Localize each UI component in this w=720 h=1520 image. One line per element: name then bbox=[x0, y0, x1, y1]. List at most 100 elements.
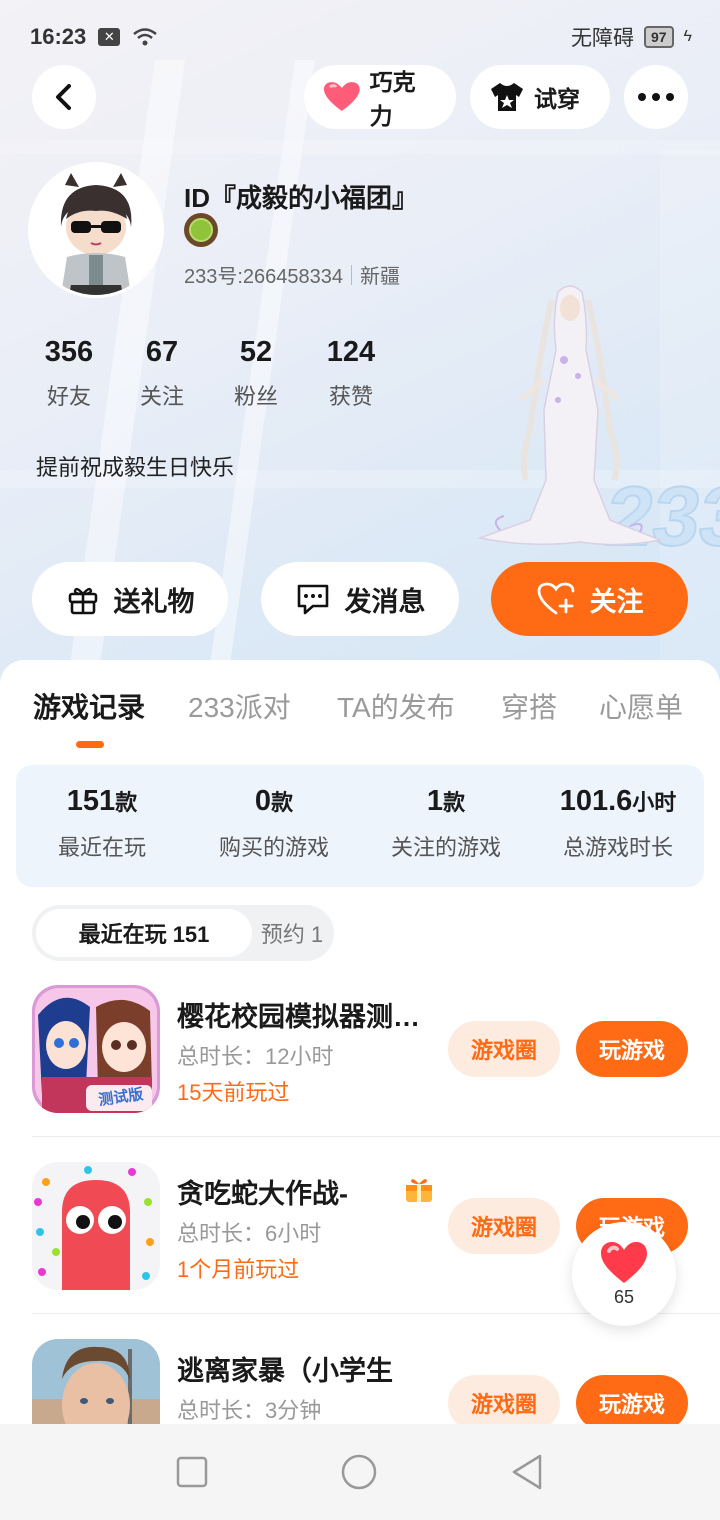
game-last-played: 1个月前玩过 bbox=[177, 1257, 300, 1282]
status-bar: 16:23 ✕ 无障碍 97 ϟ bbox=[30, 22, 692, 52]
wifi-icon bbox=[133, 28, 158, 46]
gift-badge-icon bbox=[406, 1179, 432, 1202]
charging-icon: ϟ bbox=[683, 28, 692, 45]
notification-icon: ✕ bbox=[98, 28, 121, 46]
profile-bio: 提前祝成毅生日快乐 bbox=[36, 455, 235, 480]
game-duration: 总时长：3分钟 bbox=[177, 1398, 322, 1423]
summary-label: 购买的游戏 bbox=[218, 835, 329, 860]
stat-following[interactable]: 67 关注 bbox=[131, 336, 193, 411]
game-circle-button[interactable]: 游戏圈 bbox=[448, 1198, 560, 1254]
more-button[interactable] bbox=[624, 65, 688, 129]
summary-value: 101.6 bbox=[559, 785, 633, 817]
back-button[interactable] bbox=[32, 65, 96, 129]
game-circle-button[interactable]: 游戏圈 bbox=[448, 1021, 560, 1077]
summary-unit: 小时 bbox=[632, 790, 677, 815]
row-divider bbox=[32, 1136, 720, 1137]
summary-value: 0 bbox=[254, 785, 272, 817]
stat-label: 粉丝 bbox=[233, 384, 278, 409]
profile-id-row: 233号:266458334 新疆 bbox=[184, 260, 400, 289]
circle-nav-icon[interactable] bbox=[340, 1453, 378, 1491]
summary-recent[interactable]: 151款 最近在玩 bbox=[16, 785, 188, 862]
avatar[interactable] bbox=[28, 162, 164, 298]
stat-value: 52 bbox=[239, 336, 273, 368]
active-tab-indicator bbox=[76, 741, 104, 748]
summary-followed[interactable]: 1款 关注的游戏 bbox=[360, 785, 532, 862]
tryon-label: 试穿 bbox=[534, 86, 580, 112]
more-icon bbox=[638, 93, 674, 101]
game-summary-card: 151款 最近在玩 0款 购买的游戏 1款 关注的游戏 101.6小时 总游戏时… bbox=[16, 765, 704, 887]
system-nav-bar bbox=[0, 1424, 720, 1520]
chocolate-label: 巧克力 bbox=[369, 69, 416, 129]
triangle-nav-icon[interactable] bbox=[510, 1453, 544, 1491]
profile-id: 233号:266458334 bbox=[184, 266, 344, 288]
summary-unit: 款 bbox=[443, 790, 466, 815]
play-game-button[interactable]: 玩游戏 bbox=[576, 1375, 688, 1431]
game-list-filter: 最近在玩 151 预约 1 bbox=[32, 905, 334, 961]
profile-region: 新疆 bbox=[360, 266, 401, 288]
gift-icon bbox=[68, 587, 97, 615]
game-title[interactable]: 逃离家暴（小学生 bbox=[177, 1349, 427, 1388]
tab-wishlist[interactable]: 心愿单 bbox=[599, 686, 683, 726]
avatar-3d-character[interactable]: 233 bbox=[460, 280, 720, 570]
heart-plus-icon bbox=[537, 582, 574, 615]
summary-value: 1 bbox=[426, 785, 444, 817]
summary-unit: 款 bbox=[271, 790, 294, 815]
tshirt-icon bbox=[491, 83, 523, 111]
heart-icon bbox=[601, 1241, 647, 1283]
stat-likes[interactable]: 124 获赞 bbox=[314, 336, 388, 411]
profile-name: ID『成毅的小福团』 bbox=[184, 183, 419, 213]
tab-game-records[interactable]: 游戏记录 bbox=[33, 686, 145, 726]
summary-label: 关注的游戏 bbox=[390, 835, 501, 860]
chat-icon bbox=[297, 584, 328, 615]
battery-indicator: 97 bbox=[643, 26, 674, 48]
stat-friends[interactable]: 356 好友 bbox=[36, 336, 102, 411]
summary-purchased[interactable]: 0款 购买的游戏 bbox=[188, 785, 360, 862]
id-divider bbox=[351, 264, 353, 285]
game-title[interactable]: 贪吃蛇大作战- bbox=[177, 1172, 427, 1211]
filter-reserved[interactable]: 预约 1 bbox=[252, 909, 332, 957]
chocolate-button[interactable]: 巧克力 bbox=[304, 65, 456, 129]
status-time: 16:23 bbox=[30, 24, 87, 49]
like-count: 65 bbox=[613, 1286, 635, 1307]
game-icon-snake[interactable] bbox=[32, 1162, 160, 1290]
follow-button[interactable]: 关注 bbox=[491, 562, 688, 636]
summary-unit: 款 bbox=[115, 790, 138, 815]
tab-posts[interactable]: TA的发布 bbox=[337, 686, 455, 726]
game-title[interactable]: 樱花校园模拟器测试版 bbox=[177, 995, 427, 1034]
send-gift-label: 送礼物 bbox=[113, 586, 195, 617]
tab-233-party[interactable]: 233派对 bbox=[188, 686, 291, 726]
game-duration: 总时长：12小时 bbox=[177, 1044, 334, 1069]
send-message-label: 发消息 bbox=[344, 586, 426, 617]
send-message-button[interactable]: 发消息 bbox=[261, 562, 459, 636]
game-circle-button[interactable]: 游戏圈 bbox=[448, 1375, 560, 1431]
profile-tabs: 游戏记录 233派对 TA的发布 穿搭 心愿单 bbox=[0, 686, 720, 736]
summary-label: 最近在玩 bbox=[57, 835, 146, 860]
kiwi-badge-icon[interactable] bbox=[184, 213, 218, 247]
stat-value: 356 bbox=[44, 336, 94, 368]
back-icon bbox=[56, 84, 71, 110]
heart-icon bbox=[323, 82, 360, 111]
game-last-played: 15天前玩过 bbox=[177, 1080, 290, 1105]
square-nav-icon[interactable] bbox=[176, 1456, 208, 1488]
summary-total-time[interactable]: 101.6小时 总游戏时长 bbox=[532, 785, 704, 862]
stat-label: 获赞 bbox=[328, 384, 373, 409]
send-gift-button[interactable]: 送礼物 bbox=[32, 562, 228, 636]
tryon-button[interactable]: 试穿 bbox=[470, 65, 610, 129]
avatar-image bbox=[31, 165, 161, 295]
stat-value: 124 bbox=[326, 336, 376, 368]
like-floating-button[interactable]: 65 bbox=[572, 1222, 676, 1326]
stat-label: 关注 bbox=[139, 384, 184, 409]
summary-label: 总游戏时长 bbox=[562, 835, 673, 860]
summary-value: 151 bbox=[66, 785, 116, 817]
stat-label: 好友 bbox=[46, 384, 91, 409]
filter-recent-playing[interactable]: 最近在玩 151 bbox=[36, 909, 252, 957]
game-duration: 总时长：6小时 bbox=[177, 1221, 322, 1246]
game-row[interactable]: 测试版 樱花校园模拟器测试版 总时长：12小时 15天前玩过 游戏圈 玩游戏 bbox=[32, 985, 720, 1137]
accessibility-label: 无障碍 bbox=[570, 27, 634, 50]
follow-label: 关注 bbox=[589, 586, 644, 617]
stat-value: 67 bbox=[145, 336, 179, 368]
game-icon-sakura[interactable]: 测试版 bbox=[32, 985, 160, 1113]
tab-outfits[interactable]: 穿搭 bbox=[501, 686, 557, 726]
play-game-button[interactable]: 玩游戏 bbox=[576, 1021, 688, 1077]
stat-fans[interactable]: 52 粉丝 bbox=[225, 336, 287, 411]
